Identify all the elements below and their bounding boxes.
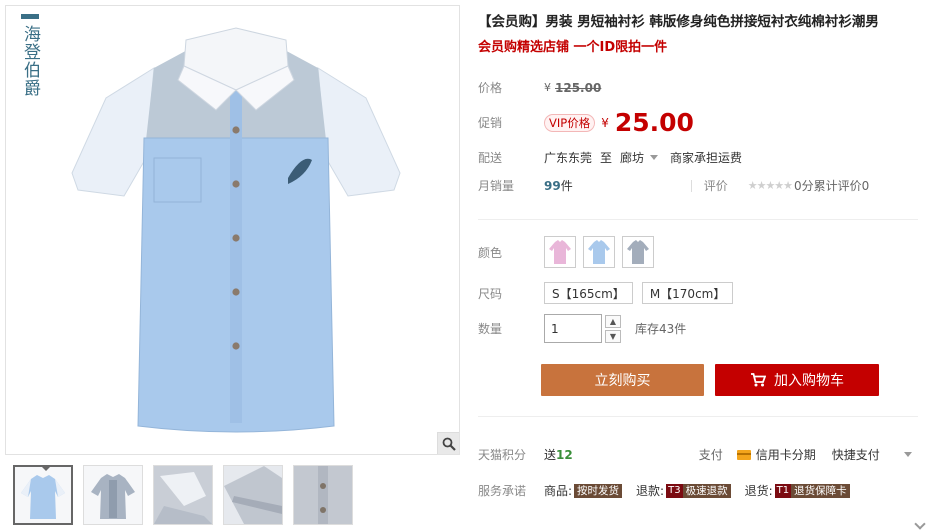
service-row: 服务承诺 商品: 按时发货 退款: T3 极速退款 退货: T1 退货保障卡 xyxy=(478,482,850,499)
service-tag-refund[interactable]: T3 极速退款 xyxy=(666,483,731,498)
promo-label: 促销 xyxy=(478,116,503,130)
sales-unit: 件 xyxy=(560,179,573,193)
product-subtitle: 会员购精选店铺 一个ID限拍一件 xyxy=(478,40,668,55)
size-option-s[interactable]: S【165cm】 xyxy=(544,282,633,304)
shipping-label: 配送 xyxy=(478,151,503,165)
expand-arrow-icon[interactable] xyxy=(914,518,926,530)
color-swatch-pink[interactable] xyxy=(544,236,576,268)
credit-card-label: 信用卡分期 xyxy=(755,448,816,462)
points-row: 天猫积分 送 12 支付 信用卡分期 快捷支付 xyxy=(478,446,912,463)
thumbnail-4[interactable] xyxy=(223,465,283,525)
promo-currency: ¥ xyxy=(601,115,609,130)
service-refund-value: 极速退款 xyxy=(682,483,731,498)
service-return-value: 退货保障卡 xyxy=(791,483,850,498)
promo-row: 促销 VIP价格 ¥ 25.00 xyxy=(478,108,694,137)
points-send-word: 送 xyxy=(544,448,557,462)
color-swatch-light-blue[interactable] xyxy=(583,236,615,268)
thumbnail-5[interactable] xyxy=(293,465,353,525)
points-label: 天猫积分 xyxy=(478,448,527,462)
credit-card-icon xyxy=(736,449,751,460)
pink-shirt-icon xyxy=(549,240,571,264)
brand-logo: 海登伯爵 xyxy=(20,14,44,97)
decrease-qty-button[interactable]: ▼ xyxy=(605,329,621,343)
chevron-down-icon[interactable] xyxy=(903,452,912,457)
quantity-input[interactable] xyxy=(544,314,602,343)
service-refund-prefix: 退款: xyxy=(636,484,665,498)
thumbnail-strip xyxy=(13,465,353,525)
sales-row: 月销量 99 件 评价 ★★★★★ 0分累计评价0 xyxy=(478,177,869,194)
chevron-down-icon xyxy=(650,155,659,160)
service-tag-goods[interactable]: 按时发货 xyxy=(574,483,623,498)
color-label: 颜色 xyxy=(478,245,503,260)
add-to-cart-label: 加入购物车 xyxy=(774,373,844,389)
magnifier-icon xyxy=(442,437,456,451)
product-gallery: 海登伯爵 xyxy=(5,5,460,525)
blue-shirt-icon xyxy=(588,240,610,264)
quantity-stepper: ▲ ▼ xyxy=(605,314,621,343)
price-row: 价格 ¥ 125.00 xyxy=(478,79,601,96)
service-goods-value: 按时发货 xyxy=(574,483,623,498)
color-row: 颜色 xyxy=(478,236,661,268)
thumb-shirt-front xyxy=(21,475,65,519)
stock-count: 库存43件 xyxy=(635,322,687,336)
thumb-fabric-detail xyxy=(294,466,352,524)
product-info: 【会员购】男装 男短袖衬衫 韩版修身纯色拼接短衬衣纯棉衬衫潮男 会员购精选店铺 … xyxy=(478,12,918,498)
service-tag-return[interactable]: T1 退货保障卡 xyxy=(774,483,850,498)
pay-label: 支付 xyxy=(698,448,723,462)
thumbnail-1[interactable] xyxy=(13,465,73,525)
rating-text[interactable]: 0分累计评价0 xyxy=(794,177,869,194)
rating-label: 评价 xyxy=(703,179,728,193)
service-return-prefix: 退货: xyxy=(744,484,773,498)
quantity-row: 数量 ▲ ▼ 库存43件 xyxy=(478,314,686,343)
shipping-row: 配送 广东东莞 至 廊坊 商家承担运费 xyxy=(478,149,742,166)
buy-now-button[interactable]: 立刻购买 xyxy=(541,364,704,396)
shirt-image xyxy=(71,27,401,433)
size-label: 尺码 xyxy=(478,286,503,301)
service-refund-key: T3 xyxy=(666,483,683,498)
color-swatch-grey[interactable] xyxy=(622,236,654,268)
price-currency: ¥ xyxy=(544,81,551,94)
shipping-from: 广东东莞 xyxy=(544,151,593,165)
thumbnail-3[interactable] xyxy=(153,465,213,525)
divider xyxy=(690,179,692,192)
quantity-label: 数量 xyxy=(478,322,503,336)
increase-qty-button[interactable]: ▲ xyxy=(605,314,621,328)
active-thumb-arrow xyxy=(41,467,51,471)
original-price: 125.00 xyxy=(555,80,602,95)
sales-label: 月销量 xyxy=(478,179,515,193)
shipping-to-word: 至 xyxy=(600,151,613,165)
brand-logo-bar xyxy=(21,14,39,19)
section-divider xyxy=(478,416,918,417)
add-to-cart-button[interactable]: 加入购物车 xyxy=(715,364,879,396)
price-label: 价格 xyxy=(478,81,503,95)
service-return-key: T1 xyxy=(774,483,792,498)
grey-shirt-icon xyxy=(627,240,649,264)
thumbnail-2[interactable] xyxy=(83,465,143,525)
destination-select[interactable]: 廊坊 xyxy=(620,149,659,166)
promo-price: 25.00 xyxy=(614,108,694,137)
destination-value: 廊坊 xyxy=(620,151,645,165)
cart-icon xyxy=(751,373,766,387)
product-title: 【会员购】男装 男短袖衬衫 韩版修身纯色拼接短衬衣纯棉衬衫潮男 xyxy=(478,14,879,30)
zoom-button[interactable] xyxy=(437,432,459,454)
shipping-fee: 商家承担运费 xyxy=(670,151,743,165)
thumb-shirt-back xyxy=(91,474,135,519)
service-goods-prefix: 商品: xyxy=(544,484,573,498)
thumb-collar-detail xyxy=(154,466,212,524)
service-label: 服务承诺 xyxy=(478,484,527,498)
buy-now-label: 立刻购买 xyxy=(594,373,651,389)
size-option-m[interactable]: M【170cm】 xyxy=(641,282,734,304)
points-value: 12 xyxy=(556,447,573,462)
star-rating-icon: ★★★★★ xyxy=(747,179,793,192)
section-divider xyxy=(478,219,918,220)
brand-name: 海登伯爵 xyxy=(20,25,40,97)
sales-count: 99 xyxy=(544,178,561,193)
vip-price-badge: VIP价格 xyxy=(544,113,596,132)
quick-pay[interactable]: 快捷支付 xyxy=(832,446,880,463)
main-product-image[interactable]: 海登伯爵 xyxy=(5,5,460,455)
credit-card-installment[interactable]: 信用卡分期 xyxy=(736,446,816,463)
thumb-sleeve-detail xyxy=(224,466,282,524)
size-row: 尺码 S【165cm】 M【170cm】 xyxy=(478,282,742,304)
